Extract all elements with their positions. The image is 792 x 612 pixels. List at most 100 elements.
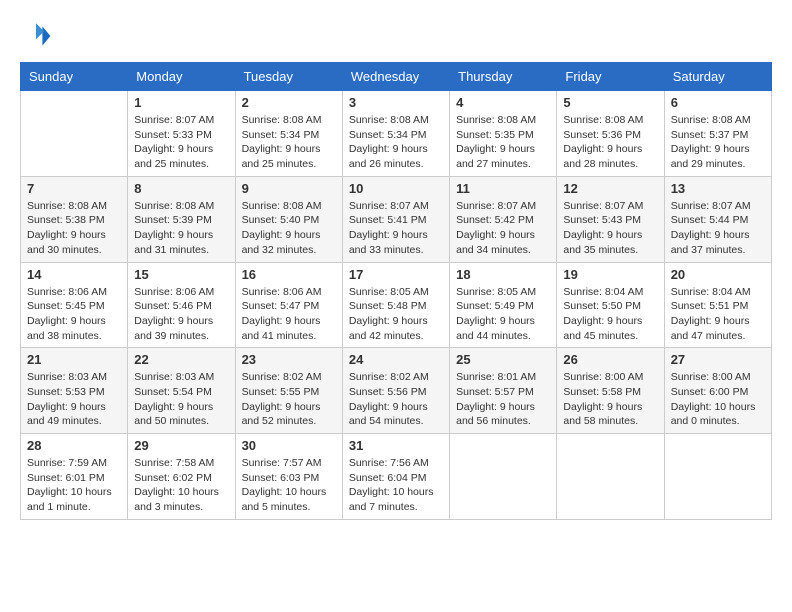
calendar-cell: 17Sunrise: 8:05 AM Sunset: 5:48 PM Dayli… (342, 262, 449, 348)
day-info: Sunrise: 8:06 AM Sunset: 5:47 PM Dayligh… (242, 285, 336, 344)
day-number: 21 (27, 352, 121, 367)
calendar-cell: 7Sunrise: 8:08 AM Sunset: 5:38 PM Daylig… (21, 176, 128, 262)
day-info: Sunrise: 8:07 AM Sunset: 5:42 PM Dayligh… (456, 199, 550, 258)
calendar-cell: 14Sunrise: 8:06 AM Sunset: 5:45 PM Dayli… (21, 262, 128, 348)
calendar-cell (21, 91, 128, 177)
calendar-cell: 10 Sunrise: 8:07 AM Sunset: 5:41 PM Dayli… (342, 176, 449, 262)
day-info: Sunrise: 8:03 AM Sunset: 5:53 PM Dayligh… (27, 370, 121, 429)
day-number: 26 (563, 352, 657, 367)
col-header-sunday: Sunday (21, 63, 128, 91)
day-info: Sunrise: 8:04 AM Sunset: 5:50 PM Dayligh… (563, 285, 657, 344)
day-info: Sunrise: 8:08 AM Sunset: 5:34 PM Dayligh… (349, 113, 443, 172)
day-number: 23 (242, 352, 336, 367)
day-info: Sunrise: 8:00 AM Sunset: 5:58 PM Dayligh… (563, 370, 657, 429)
day-number: 29 (134, 438, 228, 453)
col-header-monday: Monday (128, 63, 235, 91)
day-number: 4 (456, 95, 550, 110)
day-number: 2 (242, 95, 336, 110)
day-number: 19 (563, 267, 657, 282)
calendar-cell: 27Sunrise: 8:00 AM Sunset: 6:00 PM Dayli… (664, 348, 771, 434)
day-number: 14 (27, 267, 121, 282)
calendar-cell: 2Sunrise: 8:08 AM Sunset: 5:34 PM Daylig… (235, 91, 342, 177)
day-number: 15 (134, 267, 228, 282)
day-info: Sunrise: 8:06 AM Sunset: 5:46 PM Dayligh… (134, 285, 228, 344)
day-number: 12 (563, 181, 657, 196)
calendar-cell: 8 Sunrise: 8:08 AM Sunset: 5:39 PM Daylig… (128, 176, 235, 262)
day-info: Sunrise: 8:03 AM Sunset: 5:54 PM Dayligh… (134, 370, 228, 429)
col-header-tuesday: Tuesday (235, 63, 342, 91)
calendar-table: SundayMondayTuesdayWednesdayThursdayFrid… (20, 62, 772, 520)
day-number: 31 (349, 438, 443, 453)
day-number: 7 (27, 181, 121, 196)
calendar-cell (450, 434, 557, 520)
day-number: 10 (349, 181, 443, 196)
day-info: Sunrise: 7:58 AM Sunset: 6:02 PM Dayligh… (134, 456, 228, 515)
calendar-week-row: 21 Sunrise: 8:03 AM Sunset: 5:53 PM Dayli… (21, 348, 772, 434)
day-number: 8 (134, 181, 228, 196)
col-header-wednesday: Wednesday (342, 63, 449, 91)
calendar-cell (557, 434, 664, 520)
day-number: 5 (563, 95, 657, 110)
calendar-header-row: SundayMondayTuesdayWednesdayThursdayFrid… (21, 63, 772, 91)
day-info: Sunrise: 8:08 AM Sunset: 5:36 PM Dayligh… (563, 113, 657, 172)
calendar-cell: 4 Sunrise: 8:08 AM Sunset: 5:35 PM Daylig… (450, 91, 557, 177)
day-info: Sunrise: 8:07 AM Sunset: 5:41 PM Dayligh… (349, 199, 443, 258)
calendar-cell: 16 Sunrise: 8:06 AM Sunset: 5:47 PM Dayli… (235, 262, 342, 348)
day-number: 24 (349, 352, 443, 367)
day-number: 6 (671, 95, 765, 110)
logo (20, 20, 56, 52)
calendar-cell: 18 Sunrise: 8:05 AM Sunset: 5:49 PM Dayli… (450, 262, 557, 348)
calendar-week-row: 28 Sunrise: 7:59 AM Sunset: 6:01 PM Dayli… (21, 434, 772, 520)
page-header (20, 20, 772, 52)
calendar-cell: 26 Sunrise: 8:00 AM Sunset: 5:58 PM Dayli… (557, 348, 664, 434)
day-number: 30 (242, 438, 336, 453)
calendar-cell: 19 Sunrise: 8:04 AM Sunset: 5:50 PM Dayli… (557, 262, 664, 348)
col-header-friday: Friday (557, 63, 664, 91)
col-header-thursday: Thursday (450, 63, 557, 91)
calendar-week-row: 14Sunrise: 8:06 AM Sunset: 5:45 PM Dayli… (21, 262, 772, 348)
calendar-cell: 29 Sunrise: 7:58 AM Sunset: 6:02 PM Dayli… (128, 434, 235, 520)
calendar-cell (664, 434, 771, 520)
day-info: Sunrise: 8:07 AM Sunset: 5:43 PM Dayligh… (563, 199, 657, 258)
day-info: Sunrise: 8:05 AM Sunset: 5:49 PM Dayligh… (456, 285, 550, 344)
calendar-cell: 13 Sunrise: 8:07 AM Sunset: 5:44 PM Dayli… (664, 176, 771, 262)
day-info: Sunrise: 8:04 AM Sunset: 5:51 PM Dayligh… (671, 285, 765, 344)
day-info: Sunrise: 8:01 AM Sunset: 5:57 PM Dayligh… (456, 370, 550, 429)
day-number: 28 (27, 438, 121, 453)
calendar-week-row: 1Sunrise: 8:07 AM Sunset: 5:33 PM Daylig… (21, 91, 772, 177)
calendar-week-row: 7Sunrise: 8:08 AM Sunset: 5:38 PM Daylig… (21, 176, 772, 262)
calendar-cell: 30 Sunrise: 7:57 AM Sunset: 6:03 PM Dayli… (235, 434, 342, 520)
calendar-cell: 15 Sunrise: 8:06 AM Sunset: 5:46 PM Dayli… (128, 262, 235, 348)
day-number: 11 (456, 181, 550, 196)
day-number: 18 (456, 267, 550, 282)
logo-icon (20, 20, 52, 52)
day-number: 13 (671, 181, 765, 196)
day-info: Sunrise: 8:07 AM Sunset: 5:44 PM Dayligh… (671, 199, 765, 258)
calendar-cell: 24 Sunrise: 8:02 AM Sunset: 5:56 PM Dayli… (342, 348, 449, 434)
calendar-cell: 12 Sunrise: 8:07 AM Sunset: 5:43 PM Dayli… (557, 176, 664, 262)
day-info: Sunrise: 7:57 AM Sunset: 6:03 PM Dayligh… (242, 456, 336, 515)
day-info: Sunrise: 8:08 AM Sunset: 5:35 PM Dayligh… (456, 113, 550, 172)
day-info: Sunrise: 7:59 AM Sunset: 6:01 PM Dayligh… (27, 456, 121, 515)
calendar-cell: 3 Sunrise: 8:08 AM Sunset: 5:34 PM Daylig… (342, 91, 449, 177)
day-info: Sunrise: 8:02 AM Sunset: 5:55 PM Dayligh… (242, 370, 336, 429)
calendar-cell: 25 Sunrise: 8:01 AM Sunset: 5:57 PM Dayli… (450, 348, 557, 434)
day-number: 17 (349, 267, 443, 282)
day-number: 22 (134, 352, 228, 367)
calendar-cell: 21 Sunrise: 8:03 AM Sunset: 5:53 PM Dayli… (21, 348, 128, 434)
day-number: 25 (456, 352, 550, 367)
calendar-cell: 11 Sunrise: 8:07 AM Sunset: 5:42 PM Dayli… (450, 176, 557, 262)
calendar-cell: 1Sunrise: 8:07 AM Sunset: 5:33 PM Daylig… (128, 91, 235, 177)
day-number: 16 (242, 267, 336, 282)
day-info: Sunrise: 8:08 AM Sunset: 5:37 PM Dayligh… (671, 113, 765, 172)
day-info: Sunrise: 8:08 AM Sunset: 5:39 PM Dayligh… (134, 199, 228, 258)
day-info: Sunrise: 8:02 AM Sunset: 5:56 PM Dayligh… (349, 370, 443, 429)
day-info: Sunrise: 8:00 AM Sunset: 6:00 PM Dayligh… (671, 370, 765, 429)
calendar-cell: 28 Sunrise: 7:59 AM Sunset: 6:01 PM Dayli… (21, 434, 128, 520)
day-number: 3 (349, 95, 443, 110)
calendar-cell: 20 Sunrise: 8:04 AM Sunset: 5:51 PM Dayli… (664, 262, 771, 348)
calendar-cell: 9Sunrise: 8:08 AM Sunset: 5:40 PM Daylig… (235, 176, 342, 262)
day-number: 20 (671, 267, 765, 282)
calendar-cell: 23 Sunrise: 8:02 AM Sunset: 5:55 PM Dayli… (235, 348, 342, 434)
day-info: Sunrise: 8:08 AM Sunset: 5:40 PM Dayligh… (242, 199, 336, 258)
